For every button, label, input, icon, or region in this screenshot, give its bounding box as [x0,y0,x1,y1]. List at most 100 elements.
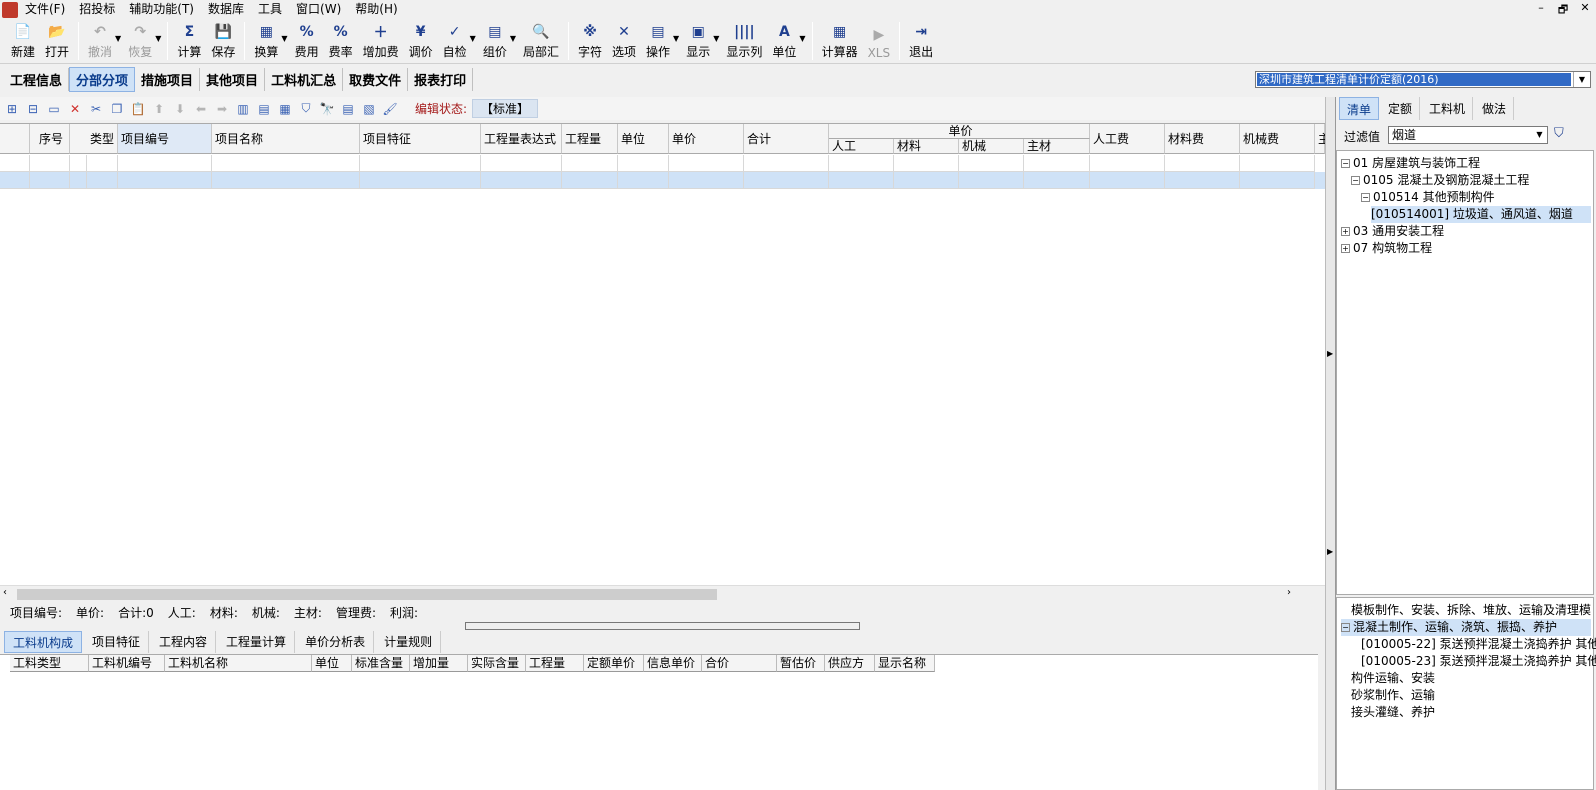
resource-col-header[interactable]: 定额单价 [584,655,644,672]
col-main[interactable]: 主 [1315,124,1330,154]
module-tab[interactable]: 工程信息 [4,67,70,91]
list-icon[interactable]: ▤ [256,101,272,117]
resource-col-header[interactable]: 标准含量 [352,655,410,672]
seq-cell[interactable] [30,155,70,172]
col-total[interactable]: 合计 [744,124,829,154]
seq-cell[interactable] [30,172,70,189]
toolbar-button-28[interactable]: ⇥ 退出 [904,21,938,63]
toolbar-button-26[interactable]: ▶ XLS [863,21,896,63]
feature-cell[interactable] [360,172,481,189]
module-tab[interactable]: 工料机汇总 [265,67,344,91]
tree-node[interactable]: −010514 其他预制构件 [1361,189,1591,206]
tree-cell[interactable] [70,172,87,189]
machine-cell[interactable] [959,155,1024,172]
col-name[interactable]: 项目名称 [212,124,360,154]
sort-icon[interactable]: ▧ [361,101,377,117]
material-cell[interactable] [894,172,959,189]
scroll-right-icon[interactable]: › [1287,587,1291,598]
labor-fee-cell[interactable] [1090,155,1165,172]
tree-node[interactable]: +07 构筑物工程 [1341,240,1591,257]
close-icon[interactable]: ✕ [1578,1,1592,20]
col-feature[interactable]: 项目特征 [360,124,481,154]
tree-node[interactable]: [010005-22] 泵送预拌混凝土浇捣养护 其他 [1361,636,1596,653]
filter-apply-icon[interactable]: ⛉ [1554,126,1574,144]
main-material-cell[interactable] [1024,172,1090,189]
col-material-fee[interactable]: 材料费 [1165,124,1240,154]
collapse-icon[interactable]: − [1361,193,1370,202]
filter-input[interactable]: 烟道 [1388,126,1548,144]
toolbar-button-20[interactable]: ▤ 操作 [641,21,675,63]
tree-node[interactable]: 砂浆制作、运输 [1351,687,1591,704]
col-machine-fee[interactable]: 机械费 [1240,124,1315,154]
unit-cell[interactable] [618,172,669,189]
move-down-icon[interactable]: ⬇ [172,101,188,117]
table-row[interactable] [0,155,1325,172]
toolbar-button-4[interactable]: ↷ 恢复 [123,21,157,63]
dropdown-arrow-icon[interactable]: ▼ [155,34,161,43]
col-code[interactable]: 项目编号 [118,124,212,154]
col-qty[interactable]: 工程量 [562,124,618,154]
move-right-icon[interactable]: ➡ [214,101,230,117]
bottom-tab[interactable]: 项目特征 [84,631,150,653]
material-cell[interactable] [894,155,959,172]
expand-icon[interactable]: + [1341,227,1350,236]
total-cell[interactable] [744,155,829,172]
tree-node[interactable]: − 混凝土制作、运输、浇筑、振捣、养护 [1341,619,1591,636]
tree-node[interactable]: −0105 混凝土及钢筋混凝土工程 [1351,172,1591,189]
menu-item[interactable]: 窗口(W) [289,0,348,19]
item-grid[interactable]: 序号 类型 项目编号 项目名称 项目特征 工程量表达式 工程量 单位 单价 合计… [0,123,1330,585]
toolbar-button-0[interactable]: 📄 新建 [6,21,40,63]
find-icon[interactable]: 🔭 [319,101,335,117]
col-unit[interactable]: 单位 [618,124,669,154]
dropdown-arrow-icon[interactable]: ▼ [799,34,805,43]
collapse-icon[interactable]: − [1341,159,1350,168]
library-tab[interactable]: 工料机 [1422,97,1474,120]
material-fee-cell[interactable] [1165,155,1240,172]
menu-item[interactable]: 招投标 [72,0,122,19]
toolbar-button-1[interactable]: 📂 打开 [40,21,74,63]
code-cell[interactable] [118,172,212,189]
main-material-cell[interactable] [1024,155,1090,172]
module-tab[interactable]: 其他项目 [200,67,266,91]
collapse-icon[interactable]: − [1341,623,1350,632]
module-tab[interactable]: 报表打印 [408,67,474,91]
name-cell[interactable] [212,155,360,172]
copy-icon[interactable]: ❐ [109,101,125,117]
quota-library-select[interactable]: 深圳市建筑工程清单计价定额(2016) ▼ [1255,71,1591,88]
row-indicator[interactable] [0,155,30,172]
quota-icon[interactable]: ▥ [235,101,251,117]
column-icon[interactable]: ▤ [340,101,356,117]
toolbar-button-18[interactable]: ※ 字符 [573,21,607,63]
minimize-icon[interactable]: – [1534,1,1548,20]
bottom-tab[interactable]: 单价分析表 [297,631,375,653]
collapse-arrow-icon[interactable]: ▶ [1327,547,1333,556]
dropdown-arrow-icon[interactable]: ▼ [713,34,719,43]
resource-col-header[interactable]: 工料机编号 [89,655,165,672]
move-up-icon[interactable]: ⬆ [151,101,167,117]
resource-col-header[interactable]: 工程量 [526,655,584,672]
module-tab[interactable]: 分部分项 [69,66,136,92]
row-indicator[interactable] [0,172,30,189]
toolbar-button-21[interactable]: ▣ 显示 [681,21,715,63]
dropdown-arrow-icon[interactable]: ▼ [510,34,516,43]
tree-node[interactable]: 模板制作、安装、拆除、堆放、运输及清理模 [1351,602,1591,619]
col-expr[interactable]: 工程量表达式 [481,124,562,154]
menu-item[interactable]: 数据库 [201,0,251,19]
cut-icon[interactable]: ✂ [88,101,104,117]
filter-icon[interactable]: ⛉ [298,101,314,117]
toolbar-button-6[interactable]: Σ 计算 [172,21,206,63]
tree-cell[interactable] [70,155,87,172]
resource-col-header[interactable]: 工料类型 [10,655,89,672]
machine-fee-cell[interactable] [1240,172,1315,189]
menu-item[interactable]: 文件(F) [18,0,72,19]
tree-node[interactable]: 构件运输、安装 [1351,670,1591,687]
col-labor-fee[interactable]: 人工费 [1090,124,1165,154]
resource-col-header[interactable]: 信息单价 [644,655,702,672]
resource-col-header[interactable]: 供应方 [825,655,875,672]
restore-icon[interactable]: 🗗 [1556,1,1570,20]
feature-cell[interactable] [360,155,481,172]
name-cell[interactable] [212,172,360,189]
type-cell[interactable] [87,172,118,189]
insert-row-icon[interactable]: ⊟ [25,101,41,117]
dropdown-arrow-icon[interactable]: ▼ [115,34,121,43]
